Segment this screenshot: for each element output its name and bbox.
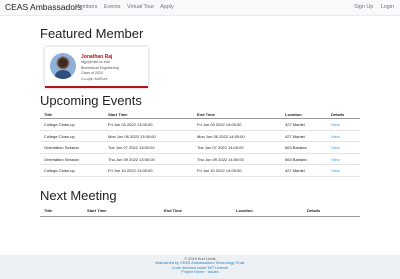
event-location: 663 Baldwin [285,156,307,162]
nav-link-virtual-tour[interactable]: Virtual Tour [127,4,154,10]
member-major: Biomedical Engineering [81,66,119,70]
col-start-time: Start Time [108,112,128,117]
event-start: Tue Jun 07 2022 13:00:00 [108,145,155,150]
event-location: 427 Mantei [285,122,305,127]
col-end-time: End Time [197,112,215,117]
table-row: College Close-up Fri Jun 10 2022 13:00:0… [40,165,360,177]
table-header: Title Start Time End Time Location Detai… [40,110,360,119]
event-end: Fri Jun 03 2022 14:00:00 [197,122,242,127]
sign-up-link[interactable]: Sign Up [354,4,373,10]
view-link[interactable]: View [331,122,340,127]
next-meeting-heading: Next Meeting [40,188,117,203]
view-link[interactable]: View [331,168,340,173]
event-title: College Close-up [44,122,75,127]
next-meeting-table: Title Start Time End Time Location Detai… [40,206,360,217]
col-end-time: End Time [164,208,182,213]
col-location: Location [236,208,253,213]
nav-link-events[interactable]: Events [104,4,120,10]
footer-project-links[interactable]: Project Home · Issues [0,270,400,274]
event-end: Mon Jun 06 2022 14:00:00 [197,133,245,139]
member-avatar [50,53,76,79]
col-location: Location [285,112,302,117]
event-title: College Close-up [44,133,75,139]
event-end: Fri Jun 10 2022 14:00:00 [197,168,242,173]
brand-logo-link[interactable]: CEAS Ambassadors [5,2,82,12]
table-row: Orientation Session Thu Jun 09 2022 13:0… [40,154,360,165]
col-details: Details [331,112,345,117]
event-location: 427 Mantei [285,168,305,173]
upcoming-events-table: Title Start Time End Time Location Detai… [40,110,360,177]
member-email[interactable]: rajjn@mail.uc.edu [81,60,110,64]
event-end: Tue Jun 07 2022 14:00:00 [197,145,244,150]
event-end: Thu Jun 09 2022 14:00:00 [197,156,244,162]
auth-links: Sign Up Login [348,4,394,10]
login-link[interactable]: Login [381,4,394,10]
upcoming-events-heading: Upcoming Events [40,93,142,108]
page-footer: © 2019 Kurt Lewis Maintained by CEAS Amb… [0,255,400,279]
table-row: College Close-up Fri Jun 03 2022 13:00:0… [40,119,360,131]
table-row: Orientation Session Tue Jun 07 2022 13:0… [40,142,360,154]
featured-member-heading: Featured Member [40,26,144,41]
col-details: Details [307,208,321,213]
nav-links: Members Events Virtual Tour Apply [75,4,179,10]
view-link[interactable]: View [331,157,340,162]
col-title: Title [44,112,53,117]
event-title: College Close-up [44,168,75,173]
event-title: Orientation Session [44,156,79,162]
nav-link-apply[interactable]: Apply [160,4,174,10]
featured-member-card: Jonathan Raj rajjn@mail.uc.edu Biomedica… [45,47,148,88]
view-link[interactable]: View [331,134,340,139]
event-start: Thu Jun 09 2022 13:00:00 [108,156,155,162]
member-coops: Co-ops: AtriCure [81,77,108,81]
view-link[interactable]: View [331,145,340,150]
table-row: College Close-up Mon Jun 06 2022 13:00:0… [40,131,360,142]
event-start: Fri Jun 03 2022 13:00:00 [108,122,153,127]
col-start-time: Start Time [87,208,107,213]
col-title: Title [44,208,53,213]
table-header: Title Start Time End Time Location Detai… [40,206,360,217]
event-title: Orientation Session [44,145,79,150]
event-start: Fri Jun 10 2022 13:00:00 [108,168,153,173]
member-class: Class of 2024 [81,70,103,75]
top-navbar: CEAS Ambassadors Members Events Virtual … [0,0,400,16]
event-location: 427 Mantei [285,133,305,139]
event-start: Mon Jun 06 2022 13:00:00 [108,133,156,139]
nav-link-members[interactable]: Members [75,4,97,10]
event-location: 663 Baldwin [285,145,307,150]
